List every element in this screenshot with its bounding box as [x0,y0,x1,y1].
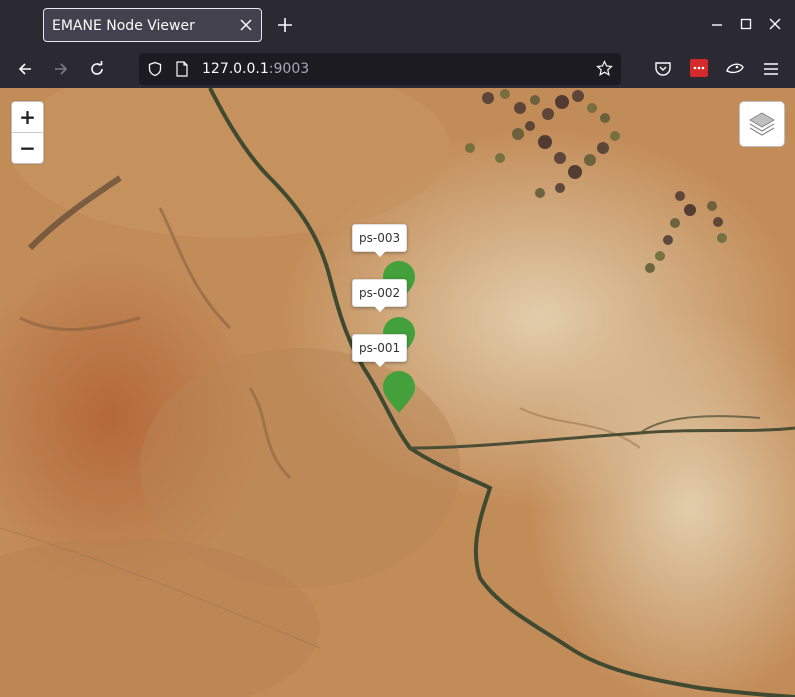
tab-title: EMANE Node Viewer [52,18,195,34]
back-icon[interactable] [16,60,34,78]
node-label-tooltip: ps-003 [352,224,408,257]
forward-icon[interactable] [52,60,70,78]
node-marker-ps-001[interactable] [382,370,416,414]
node-label-tooltip: ps-002 [352,279,408,312]
new-tab-icon[interactable] [276,16,294,34]
layers-icon [749,112,775,136]
zoom-control: + − [11,101,44,164]
pocket-icon[interactable] [654,60,672,78]
layers-button[interactable] [739,101,785,147]
minimize-icon[interactable] [711,18,723,30]
node-label: ps-002 [359,286,401,300]
navigation-bar: 127.0.0.1:9003 [0,50,795,88]
maximize-icon[interactable] [740,18,752,30]
node-label: ps-003 [359,231,401,245]
shield-icon[interactable] [147,61,163,77]
node-label: ps-001 [359,341,401,355]
menu-icon[interactable] [763,61,779,77]
tab-strip: EMANE Node Viewer [0,0,795,50]
extension-creature-icon[interactable] [725,59,745,77]
map-view[interactable]: + − ps-003 ps-002 ps-001 [0,88,795,697]
extension-red-icon[interactable] [690,59,708,77]
browser-window: EMANE Node Viewer 127.0.0.1:9003 + − ps-… [0,0,795,697]
url-host: 127.0.0.1 [202,61,269,77]
zoom-out-button[interactable]: − [12,133,43,163]
reload-icon[interactable] [88,60,106,78]
url-bar[interactable]: 127.0.0.1:9003 [139,53,621,85]
url-port: :9003 [268,61,310,77]
tab-emane-node-viewer[interactable]: EMANE Node Viewer [43,8,262,42]
bookmark-star-icon[interactable] [596,60,613,77]
url-text[interactable]: 127.0.0.1:9003 [202,61,309,77]
close-tab-icon[interactable] [239,18,253,32]
page-icon[interactable] [175,61,189,77]
node-label-tooltip: ps-001 [352,334,408,367]
zoom-in-button[interactable]: + [12,102,43,133]
close-window-icon[interactable] [769,18,781,30]
